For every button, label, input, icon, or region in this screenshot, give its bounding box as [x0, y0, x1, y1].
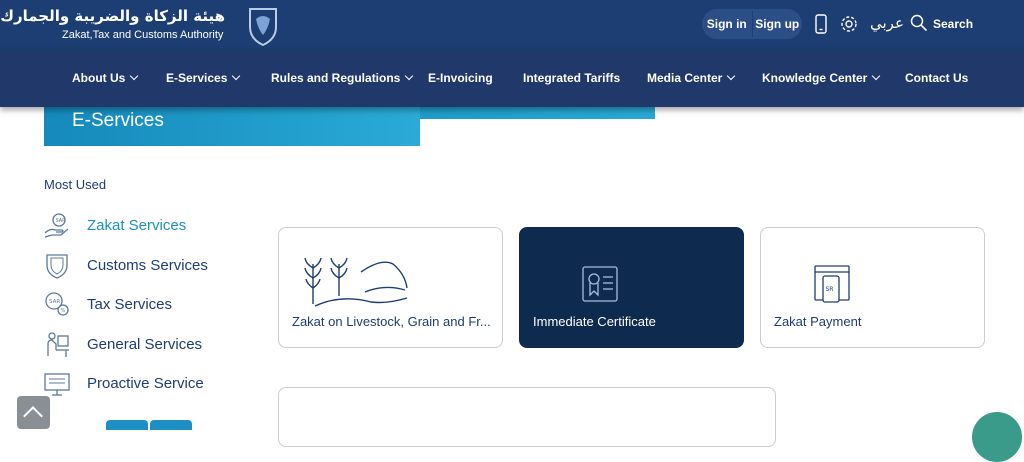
page-title: E-Services: [72, 110, 164, 131]
sign-up-button[interactable]: Sign up: [753, 17, 803, 31]
svg-text:SAR: SAR: [56, 218, 67, 224]
main-nav: About Us E-Services Rules and Regulation…: [0, 50, 1024, 107]
emblem-icon: [249, 8, 277, 47]
sidebar-item-tax-services[interactable]: SAR % Tax Services: [44, 289, 244, 319]
logo-arabic-text: هيئة الزكاة والضريبة والجمارك: [0, 7, 225, 25]
search-label[interactable]: Search: [933, 17, 973, 31]
logo-english-text: Zakat,Tax and Customs Authority: [62, 29, 224, 41]
nav-rules-label: Rules and Regulations: [271, 71, 401, 85]
nav-e-services[interactable]: E-Services: [166, 71, 241, 85]
sidebar-item-label: General Services: [87, 335, 203, 353]
svg-text:%: %: [61, 308, 66, 314]
service-card-immediate-certificate[interactable]: Immediate Certificate: [519, 227, 744, 348]
sidebar-item-label: Zakat Services: [87, 216, 187, 234]
card-label: Zakat on Livestock, Grain and Fr...: [292, 314, 491, 329]
card-label: Immediate Certificate: [533, 314, 656, 329]
nav-knowledge-center[interactable]: Knowledge Center: [762, 71, 881, 85]
most-used-heading: Most Used: [44, 177, 107, 192]
language-toggle[interactable]: عربي: [870, 14, 904, 32]
sidebar-item-zakat-services[interactable]: SAR Zakat Services: [44, 210, 244, 240]
grain-livestock-icon: [304, 257, 408, 307]
nav-about-us-label: About Us: [72, 71, 126, 85]
nav-integrated-tariffs-label: Integrated Tariffs: [523, 71, 621, 85]
nav-media-center[interactable]: Media Center: [647, 71, 736, 85]
chevron-down-icon: [872, 71, 881, 81]
nav-knowledge-center-label: Knowledge Center: [762, 71, 868, 85]
card-label: Zakat Payment: [774, 314, 862, 329]
service-card-large[interactable]: [278, 387, 776, 447]
top-bar: هيئة الزكاة والضريبة والجمارك Zakat,Tax …: [0, 0, 1024, 50]
nav-integrated-tariffs[interactable]: Integrated Tariffs: [523, 71, 620, 85]
sidebar-item-general-services[interactable]: General Services: [44, 329, 244, 359]
page-banner: E-Services: [44, 107, 420, 146]
zatca-logo[interactable]: هيئة الزكاة والضريبة والجمارك Zakat,Tax …: [0, 5, 283, 47]
sidebar-item-label: Proactive Service: [87, 374, 204, 392]
nav-contact-us-label: Contact Us: [905, 71, 969, 85]
nav-e-invoicing-label: E-Invoicing: [428, 71, 493, 85]
chevron-down-icon: [232, 71, 241, 81]
certificate-icon: [582, 266, 618, 302]
nav-about-us[interactable]: About Us: [72, 71, 139, 85]
monitor-icon: [44, 373, 70, 396]
auth-group: Sign in Sign up: [702, 9, 802, 39]
scroll-to-top-button[interactable]: [17, 396, 50, 429]
sidebar-item-label: Tax Services: [87, 295, 173, 313]
chevron-down-icon: [727, 71, 736, 81]
chevron-down-icon: [405, 71, 414, 81]
gear-icon[interactable]: [839, 14, 859, 34]
sidebar-item-customs-services[interactable]: Customs Services: [44, 250, 244, 280]
tab-chip-2[interactable]: [150, 420, 192, 430]
search-icon[interactable]: [910, 14, 928, 32]
chat-fab-button[interactable]: [972, 412, 1022, 462]
tab-chip-1[interactable]: [106, 420, 148, 430]
chevron-down-icon: [130, 71, 139, 81]
sign-in-button[interactable]: Sign in: [702, 17, 752, 31]
mobile-icon[interactable]: [815, 14, 827, 34]
banner-accent-strip: [420, 107, 655, 119]
zakat-hand-icon: SAR: [44, 213, 69, 238]
payment-card-icon: SR: [814, 265, 850, 303]
nav-contact-us[interactable]: Contact Us: [905, 71, 968, 85]
service-card-zakat-payment[interactable]: SR Zakat Payment: [760, 227, 985, 348]
svg-text:SR: SR: [826, 286, 834, 293]
nav-e-invoicing[interactable]: E-Invoicing: [428, 71, 493, 85]
sidebar-item-label: Customs Services: [87, 256, 208, 274]
nav-rules-and-regulations[interactable]: Rules and Regulations: [271, 71, 414, 85]
nav-e-services-label: E-Services: [166, 71, 228, 85]
coins-icon: SAR %: [45, 292, 69, 316]
sidebar-item-proactive-service[interactable]: Proactive Service: [44, 368, 244, 398]
person-desk-icon: [47, 332, 69, 357]
shield-icon: [46, 254, 68, 279]
nav-media-center-label: Media Center: [647, 71, 723, 85]
svg-text:SAR: SAR: [49, 299, 60, 305]
service-card-zakat-livestock[interactable]: Zakat on Livestock, Grain and Fr...: [278, 227, 503, 348]
